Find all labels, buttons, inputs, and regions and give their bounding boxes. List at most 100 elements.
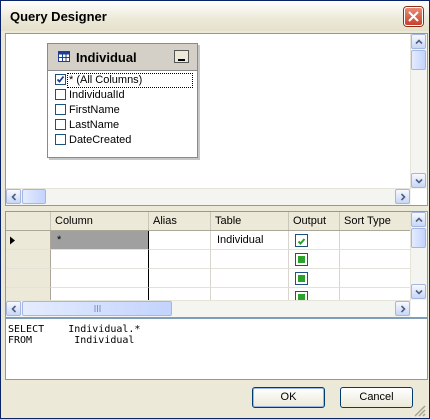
sql-pane[interactable]: SELECT Individual.* FROM Individual [5,318,428,380]
scroll-thumb[interactable] [411,228,426,248]
cell-sort-type[interactable] [340,269,410,288]
table-icon [58,51,70,62]
indeterminate-icon [298,256,305,263]
grip-icon [94,305,101,312]
scroll-up-button[interactable] [411,34,426,49]
diagram-vertical-scrollbar[interactable] [410,34,427,189]
row-selector[interactable] [6,269,51,288]
column-checkbox[interactable] [55,74,66,85]
header-sort-type[interactable]: Sort Type [340,212,410,230]
chevron-up-icon [415,217,423,223]
table-row[interactable] [6,288,410,300]
cell-sort-type[interactable] [340,250,410,269]
window-title: Query Designer [10,9,107,24]
header-output[interactable]: Output [289,212,340,230]
scroll-right-button[interactable] [395,189,410,204]
cell-column[interactable] [51,250,149,269]
scroll-left-button[interactable] [6,189,21,204]
checkmark-icon [297,238,306,245]
resize-grip-icon[interactable] [412,403,426,417]
scroll-up-button[interactable] [411,212,426,227]
close-button[interactable] [404,7,423,26]
scroll-down-button[interactable] [411,173,426,188]
column-checkbox[interactable] [55,104,66,115]
scroll-down-button[interactable] [411,284,426,299]
column-checkbox[interactable] [55,119,66,130]
cell-output[interactable] [289,250,340,269]
output-checkbox[interactable] [295,234,308,247]
sql-text[interactable]: SELECT Individual.* FROM Individual [8,324,140,346]
grid-horizontal-scrollbar[interactable] [6,300,411,317]
cell-output[interactable] [289,288,340,300]
diagram-pane[interactable]: Individual * (All Columns) IndividualId [5,33,428,206]
cell-alias[interactable] [149,288,211,300]
cell-output[interactable] [289,269,340,288]
cell-table[interactable] [211,269,289,288]
column-label: FirstName [69,104,120,116]
cell-sort-type[interactable] [340,231,410,250]
chevron-down-icon [415,178,423,184]
cell-table[interactable] [211,250,289,269]
column-checkbox[interactable] [55,134,66,145]
column-label: IndividualId [69,89,125,101]
row-selector[interactable] [6,231,51,250]
scroll-thumb[interactable] [22,301,172,316]
column-checkbox[interactable] [55,89,66,100]
cell-sort-type[interactable] [340,288,410,300]
cancel-button[interactable]: Cancel [340,387,413,408]
column-row-individualid[interactable]: IndividualId [54,88,192,103]
column-label: LastName [69,119,120,131]
cell-alias[interactable] [149,231,211,250]
column-label: * (All Columns) [69,74,143,86]
scroll-left-button[interactable] [6,301,21,316]
row-selector[interactable] [6,250,51,269]
sql-line-from: FROM Individual [8,335,135,346]
column-row-firstname[interactable]: FirstName [54,103,192,118]
scroll-thumb[interactable] [411,50,426,70]
chevron-right-icon [400,305,406,313]
chevron-left-icon [11,305,17,313]
title-bar[interactable]: Query Designer [1,1,429,31]
chevron-up-icon [415,39,423,45]
cell-alias[interactable] [149,269,211,288]
header-table[interactable]: Table [211,212,289,230]
diagram-horizontal-scrollbar[interactable] [6,188,411,205]
query-designer-window: Query Designer Individual * (All Columns… [0,0,430,419]
scroll-right-button[interactable] [395,301,410,316]
current-row-arrow-icon [10,236,15,245]
cell-table[interactable] [211,288,289,300]
output-checkbox[interactable] [295,253,308,266]
header-alias[interactable]: Alias [149,212,211,230]
cell-alias[interactable] [149,250,211,269]
cell-table[interactable]: Individual [211,231,289,250]
column-list: * (All Columns) IndividualId FirstName L… [54,73,193,148]
output-checkbox[interactable] [295,272,308,285]
criteria-grid-pane[interactable]: Column Alias Table Output Sort Type * In… [5,211,428,318]
table-row[interactable]: * Individual [6,231,410,250]
scroll-thumb[interactable] [22,189,46,204]
grid-vertical-scrollbar[interactable] [410,212,427,300]
header-column[interactable]: Column [51,212,149,230]
indeterminate-icon [298,275,305,282]
chevron-right-icon [400,193,406,201]
sql-line-select: SELECT Individual.* [8,324,141,335]
grid-header: Column Alias Table Output Sort Type [6,212,410,231]
minimize-button[interactable] [174,50,189,63]
row-selector[interactable] [6,288,51,300]
table-box-title: Individual [76,50,137,65]
column-row-lastname[interactable]: LastName [54,118,192,133]
output-checkbox[interactable] [295,291,308,300]
chevron-down-icon [415,289,423,295]
column-label: DateCreated [69,134,132,146]
cell-column[interactable] [51,288,149,300]
cell-output[interactable] [289,231,340,250]
table-row[interactable] [6,269,410,288]
ok-button[interactable]: OK [252,387,325,408]
column-row-datecreated[interactable]: DateCreated [54,133,192,148]
table-row[interactable] [6,250,410,269]
column-row-all[interactable]: * (All Columns) [54,73,193,88]
table-box-individual[interactable]: Individual * (All Columns) IndividualId [47,43,198,158]
cell-column[interactable] [51,269,149,288]
table-box-header[interactable]: Individual [48,44,197,71]
cell-column[interactable]: * [51,231,149,250]
